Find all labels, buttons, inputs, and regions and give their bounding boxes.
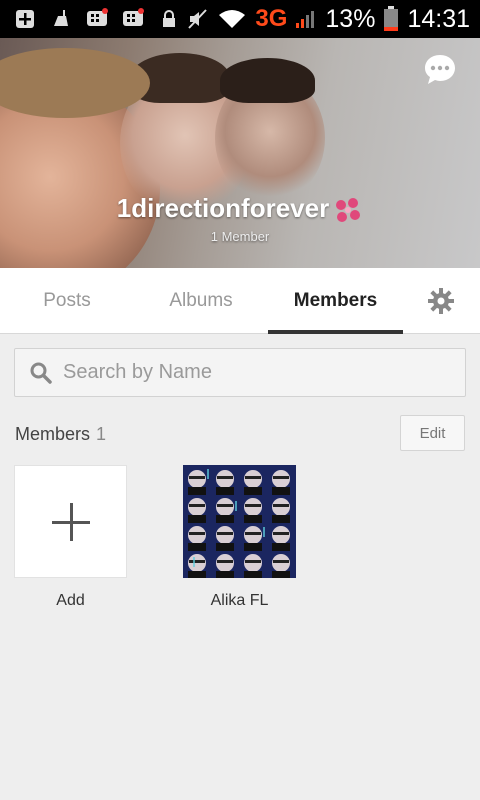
lock-icon (158, 8, 180, 30)
members-count: 1 (96, 424, 107, 444)
gear-icon (428, 288, 454, 314)
avatar-image (183, 465, 296, 578)
tab-members[interactable]: Members (268, 268, 403, 334)
add-member-button[interactable] (14, 465, 127, 578)
clock: 14:31 (407, 4, 470, 33)
battery-icon (383, 6, 399, 31)
search-box (14, 348, 466, 397)
search-input[interactable] (63, 361, 433, 384)
edit-button[interactable]: Edit (400, 415, 465, 451)
add-label: Add (56, 592, 85, 609)
members-header: Members 1 (15, 424, 106, 445)
tab-albums[interactable]: Albums (134, 268, 268, 334)
cleaner-icon (50, 8, 72, 30)
network-type: 3G (255, 5, 288, 32)
battery-percent: 13% (325, 4, 376, 33)
tab-bar: Posts Albums Members (0, 268, 480, 334)
group-cover: 1directionforever 1 Member (0, 38, 480, 268)
member-tile[interactable]: Alika FL (183, 465, 296, 610)
wifi-icon (217, 8, 247, 30)
mute-icon (187, 8, 209, 30)
bbm-icon (86, 8, 108, 30)
add-notification-icon (14, 8, 36, 30)
member-count-subtitle: 1 Member (210, 229, 270, 244)
members-title: Members (15, 424, 91, 444)
group-title: 1directionforever (0, 193, 480, 225)
plus-icon (70, 503, 73, 541)
group-name: 1directionforever (116, 193, 330, 223)
chat-button[interactable] (422, 52, 458, 88)
settings-button[interactable] (428, 288, 454, 314)
avatar[interactable] (183, 465, 296, 578)
cover-photo-hair (220, 58, 315, 103)
bbm-icon (122, 8, 144, 30)
search-icon (30, 362, 52, 384)
flower-emoji-icon (336, 198, 361, 223)
member-name: Alika FL (210, 592, 269, 609)
chat-bubble-icon (425, 55, 455, 84)
tab-posts[interactable]: Posts (0, 268, 134, 334)
add-member-tile[interactable]: Add (14, 465, 127, 610)
signal-icon (295, 8, 317, 30)
status-bar: 3G 13% 14:31 (0, 0, 480, 38)
